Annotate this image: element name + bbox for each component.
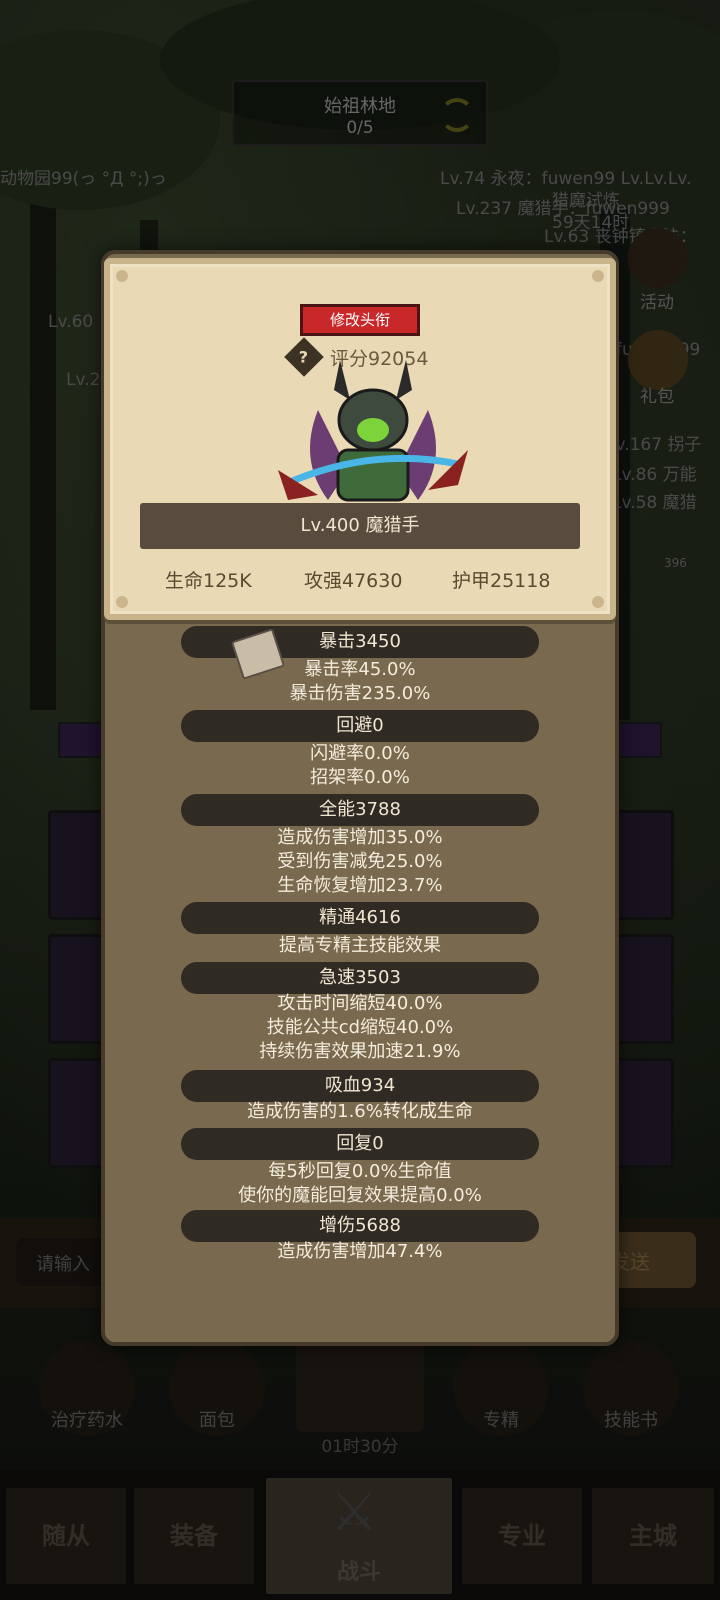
stat-line: 招架率0.0% [310,767,410,788]
stat-header-text: 回复0 [336,1133,384,1154]
stat-line: 暴击伤害235.0% [289,683,431,704]
character-name-banner: Lv.400 魔猎手 [140,503,580,549]
stat-header-regen: 回复0 [181,1128,539,1160]
stat-line: 闪避率0.0% [310,743,410,764]
stat-line: 造成伤害增加47.4% [277,1241,443,1262]
stat-header-text: 急速3503 [319,967,401,988]
stat-header-mastery: 精通4616 [181,902,539,934]
stat-attack: 攻强47630 [304,570,403,592]
stat-line: 技能公共cd缩短40.0% [266,1017,454,1038]
stat-line: 造成伤害增加35.0% [277,827,443,848]
stat-line: 攻击时间缩短40.0% [277,993,443,1014]
card-rivet [116,596,128,608]
card-rivet [592,596,604,608]
stat-line: 造成伤害的1.6%转化成生命 [247,1101,473,1122]
stat-armor: 护甲25118 [452,570,551,592]
stat-header-text: 吸血934 [324,1075,396,1096]
stat-header-text: 增伤5688 [319,1215,401,1236]
stat-header-lifesteal: 吸血934 [181,1070,539,1102]
stat-line: 每5秒回复0.0%生命值 [268,1161,452,1182]
stat-line: 暴击率45.0% [304,659,416,680]
stat-line: 使你的魔能回复效果提高0.0% [238,1185,482,1206]
stat-header-text: 全能3788 [319,799,401,820]
stat-line: 持续伤害效果加速21.9% [259,1041,461,1062]
stat-header-versatility: 全能3788 [181,794,539,826]
stat-hp: 生命125K [165,570,252,592]
stat-header-dodge: 回避0 [181,710,539,742]
edit-title-button[interactable]: 修改头衔 [300,304,420,336]
stat-header-haste: 急速3503 [181,962,539,994]
stat-line: 受到伤害减免25.0% [277,851,443,872]
stat-line: 生命恢复增加23.7% [277,875,443,896]
stat-header-text: 回避0 [336,715,384,736]
stat-header-text: 精通4616 [319,907,401,928]
card-rivet [116,270,128,282]
stat-header-text: 暴击3450 [319,631,401,652]
stat-line: 提高专精主技能效果 [279,935,441,956]
character-portrait [278,360,468,502]
stat-header-damage-bonus: 增伤5688 [181,1210,539,1242]
card-rivet [592,270,604,282]
